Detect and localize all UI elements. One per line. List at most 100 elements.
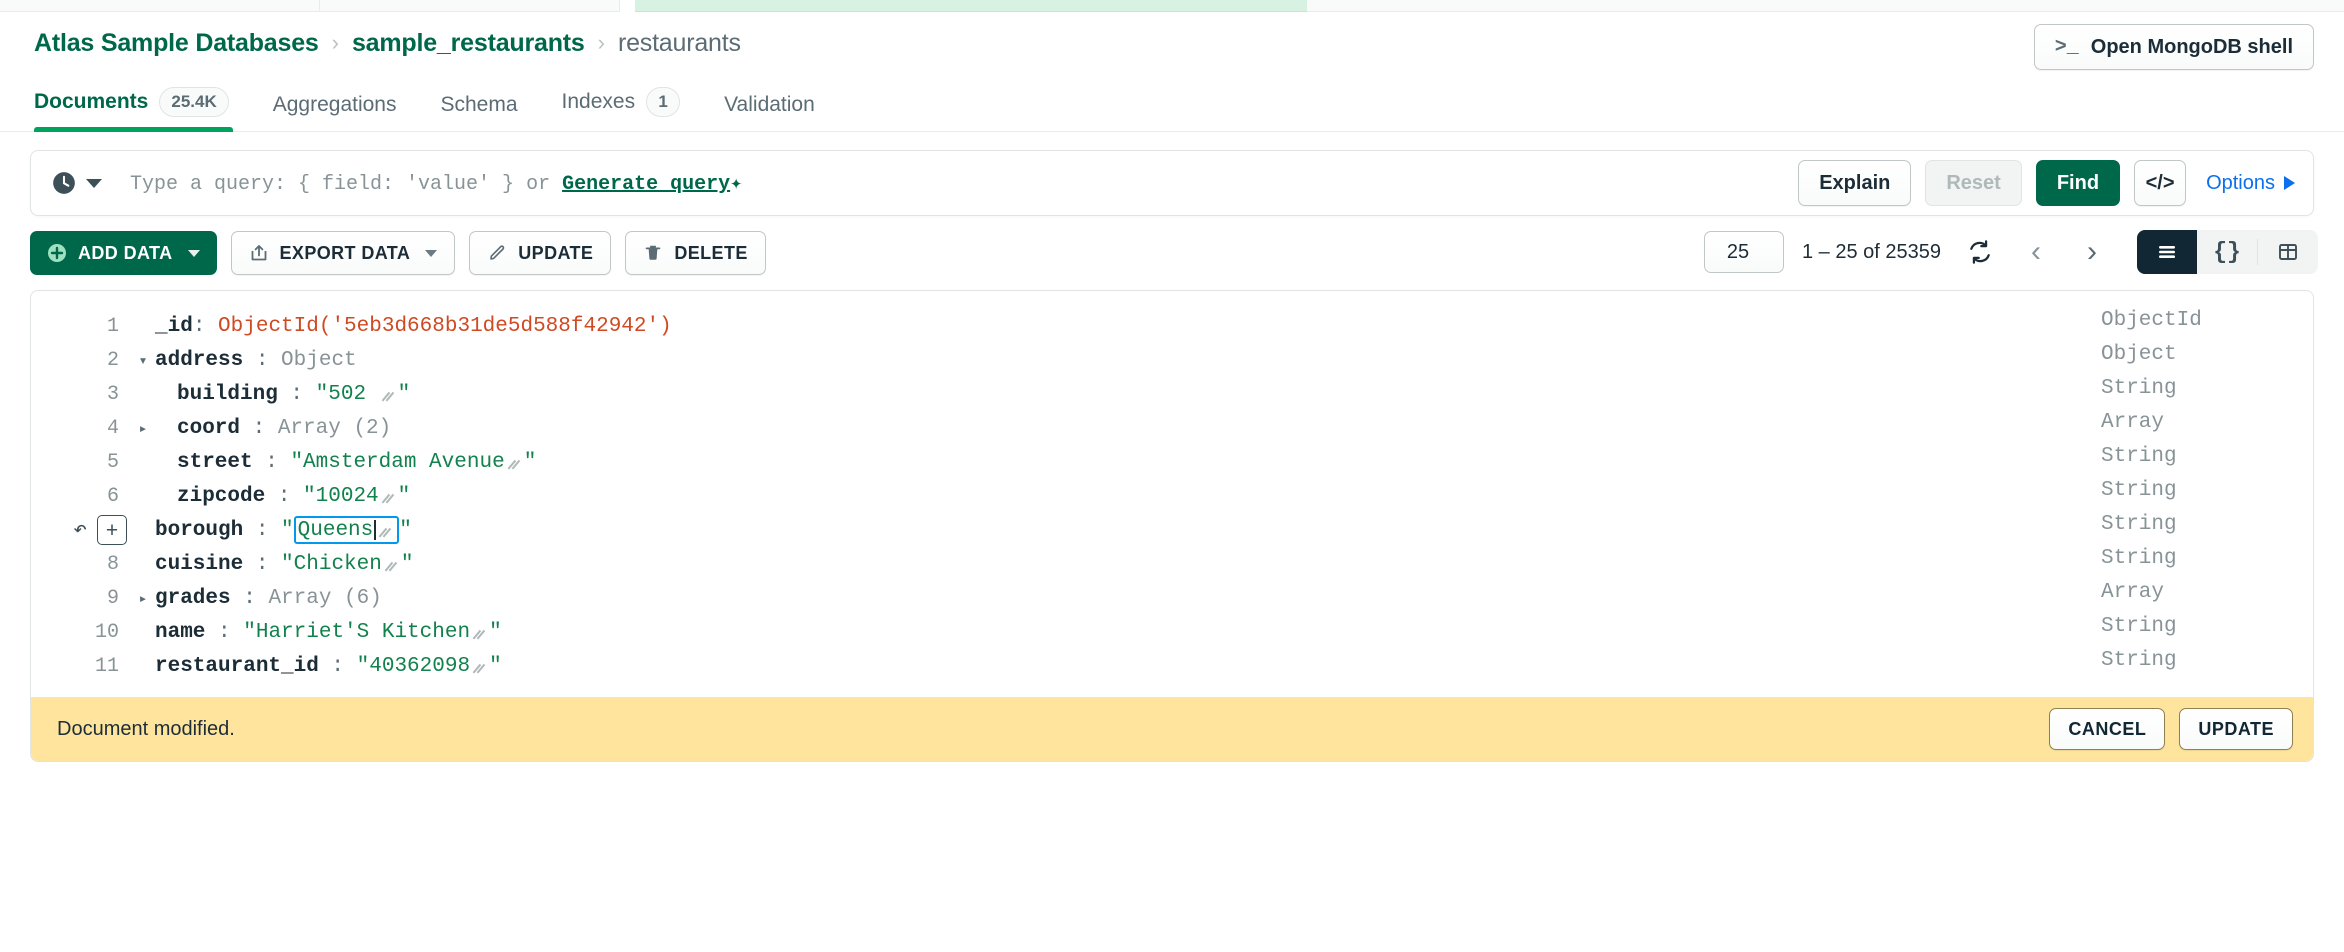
document-field-row[interactable]: 4▸coord : Array (2)Array: [31, 411, 2313, 445]
page-size-select[interactable]: 25: [1704, 231, 1784, 273]
document-field-row[interactable]: 9▸grades : Array (6)Array: [31, 581, 2313, 615]
tab-documents[interactable]: Documents 25.4K: [34, 87, 251, 131]
breadcrumb-root[interactable]: Atlas Sample Databases: [34, 29, 319, 58]
edit-pencil-icon[interactable]: [378, 527, 393, 542]
tab-indexes-badge: 1: [646, 87, 680, 117]
field-key[interactable]: coord: [177, 417, 240, 440]
background-tab-1[interactable]: [0, 0, 320, 12]
field-separator: :: [319, 655, 357, 678]
table-view-icon: [2276, 240, 2300, 264]
add-data-button[interactable]: ADD DATA: [30, 231, 217, 275]
document-update-button[interactable]: UPDATE: [2179, 708, 2293, 750]
document-footer-actions: CANCEL UPDATE: [2049, 708, 2293, 750]
options-toggle[interactable]: Options: [2206, 172, 2295, 195]
document-card: 1_id: ObjectId('5eb3d668b31de5d588f42942…: [30, 290, 2314, 762]
cancel-button[interactable]: CANCEL: [2049, 708, 2165, 750]
breadcrumb-database[interactable]: sample_restaurants: [352, 29, 585, 58]
find-button[interactable]: Find: [2036, 160, 2120, 206]
query-code-toggle-icon[interactable]: </>: [2134, 160, 2186, 206]
tab-aggregations[interactable]: Aggregations: [251, 93, 419, 131]
field-value[interactable]: "Chicken: [281, 553, 382, 576]
field-key[interactable]: borough: [155, 519, 243, 542]
tab-aggregations-label: Aggregations: [273, 93, 397, 117]
field-type: String: [2063, 615, 2313, 638]
documents-list: 1_id: ObjectId('5eb3d668b31de5d588f42942…: [0, 290, 2344, 762]
expand-toggle-icon[interactable]: ▸: [131, 419, 155, 438]
field-value[interactable]: Array (6): [268, 587, 381, 610]
tab-schema[interactable]: Schema: [419, 93, 540, 131]
next-page-button[interactable]: ›: [2071, 231, 2113, 273]
field-separator: :: [278, 383, 316, 406]
options-label: Options: [2206, 172, 2275, 195]
field-key[interactable]: building: [177, 383, 278, 406]
collection-tabs: Documents 25.4K Aggregations Schema Inde…: [0, 74, 2344, 132]
view-json-button[interactable]: {}: [2197, 230, 2257, 274]
document-field-row[interactable]: 10name : "Harriet'S Kitchen"String: [31, 615, 2313, 649]
breadcrumb-collection: restaurants: [618, 29, 741, 58]
delete-button[interactable]: DELETE: [625, 231, 765, 275]
expand-toggle-icon[interactable]: ▾: [131, 351, 155, 370]
query-input[interactable]: Type a query: { field: 'value' } or Gene…: [130, 170, 1798, 196]
prev-page-button[interactable]: ‹: [2015, 231, 2057, 273]
field-value[interactable]: "40362098: [357, 655, 470, 678]
document-field-row[interactable]: 2▾address : ObjectObject: [31, 343, 2313, 377]
quote-mark: ": [524, 451, 537, 474]
field-value[interactable]: Array (2): [278, 417, 391, 440]
document-field-row[interactable]: 8cuisine : "Chicken"String: [31, 547, 2313, 581]
field-key[interactable]: cuisine: [155, 553, 243, 576]
field-value[interactable]: "10024: [303, 485, 379, 508]
quote-mark: ": [401, 553, 414, 576]
generate-query-link[interactable]: Generate query: [562, 173, 730, 196]
export-data-button[interactable]: EXPORT DATA: [231, 231, 456, 275]
expand-toggle-icon[interactable]: ▸: [131, 589, 155, 608]
field-key[interactable]: street: [177, 451, 253, 474]
open-mongodb-shell-button[interactable]: >_ Open MongoDB shell: [2034, 24, 2314, 70]
field-key[interactable]: zipcode: [177, 485, 265, 508]
tab-documents-label: Documents: [34, 90, 148, 114]
reset-button[interactable]: Reset: [1925, 160, 2021, 206]
refresh-button[interactable]: [1959, 231, 2001, 273]
field-key[interactable]: restaurant_id: [155, 655, 319, 678]
field-key[interactable]: grades: [155, 587, 231, 610]
line-number: 3: [31, 383, 131, 406]
clock-icon: [51, 170, 77, 196]
field-key[interactable]: _id: [155, 315, 193, 338]
explain-button[interactable]: Explain: [1798, 160, 1911, 206]
tab-validation[interactable]: Validation: [702, 93, 837, 131]
update-button[interactable]: UPDATE: [469, 231, 611, 275]
view-list-button[interactable]: [2137, 230, 2197, 274]
edit-pencil-icon[interactable]: [384, 561, 399, 576]
field-value[interactable]: Object: [281, 349, 357, 372]
field-key[interactable]: address: [155, 349, 243, 372]
query-history-dropdown[interactable]: [51, 170, 102, 196]
view-table-button[interactable]: [2258, 230, 2318, 274]
undo-arrow-icon[interactable]: ↶: [73, 519, 87, 542]
field-value[interactable]: ObjectId('5eb3d668b31de5d588f42942'): [218, 315, 672, 338]
document-field-row[interactable]: 5street : "Amsterdam Avenue"String: [31, 445, 2313, 479]
document-field-row[interactable]: 11restaurant_id : "40362098"String: [31, 649, 2313, 683]
export-icon: [249, 243, 269, 263]
tab-documents-badge: 25.4K: [159, 87, 228, 117]
edit-pencil-icon[interactable]: [507, 459, 522, 474]
list-view-icon: [2155, 240, 2179, 264]
field-value-input[interactable]: Queens: [294, 516, 400, 544]
edit-pencil-icon[interactable]: [381, 391, 396, 406]
field-cell: cuisine : "Chicken": [155, 553, 413, 576]
field-value[interactable]: "Amsterdam Avenue: [290, 451, 504, 474]
add-field-button[interactable]: +: [97, 515, 127, 545]
edit-pencil-icon[interactable]: [381, 493, 396, 508]
document-field-row[interactable]: 1_id: ObjectId('5eb3d668b31de5d588f42942…: [31, 309, 2313, 343]
edit-pencil-icon[interactable]: [472, 663, 487, 678]
background-tab-2[interactable]: [320, 0, 620, 12]
field-key[interactable]: name: [155, 621, 205, 644]
document-field-row[interactable]: 3building : "502 "String: [31, 377, 2313, 411]
edit-pencil-icon[interactable]: [472, 629, 487, 644]
chevron-right-icon: ›: [2087, 237, 2097, 267]
document-field-row[interactable]: ↶+7borough : "Queens"String: [31, 513, 2313, 547]
tab-indexes[interactable]: Indexes 1: [540, 87, 703, 131]
field-value[interactable]: "502: [316, 383, 379, 406]
document-field-row[interactable]: 6zipcode : "10024"String: [31, 479, 2313, 513]
document-status-message: Document modified.: [57, 718, 235, 741]
active-tab[interactable]: [635, 0, 1307, 12]
field-value[interactable]: "Harriet'S Kitchen: [243, 621, 470, 644]
